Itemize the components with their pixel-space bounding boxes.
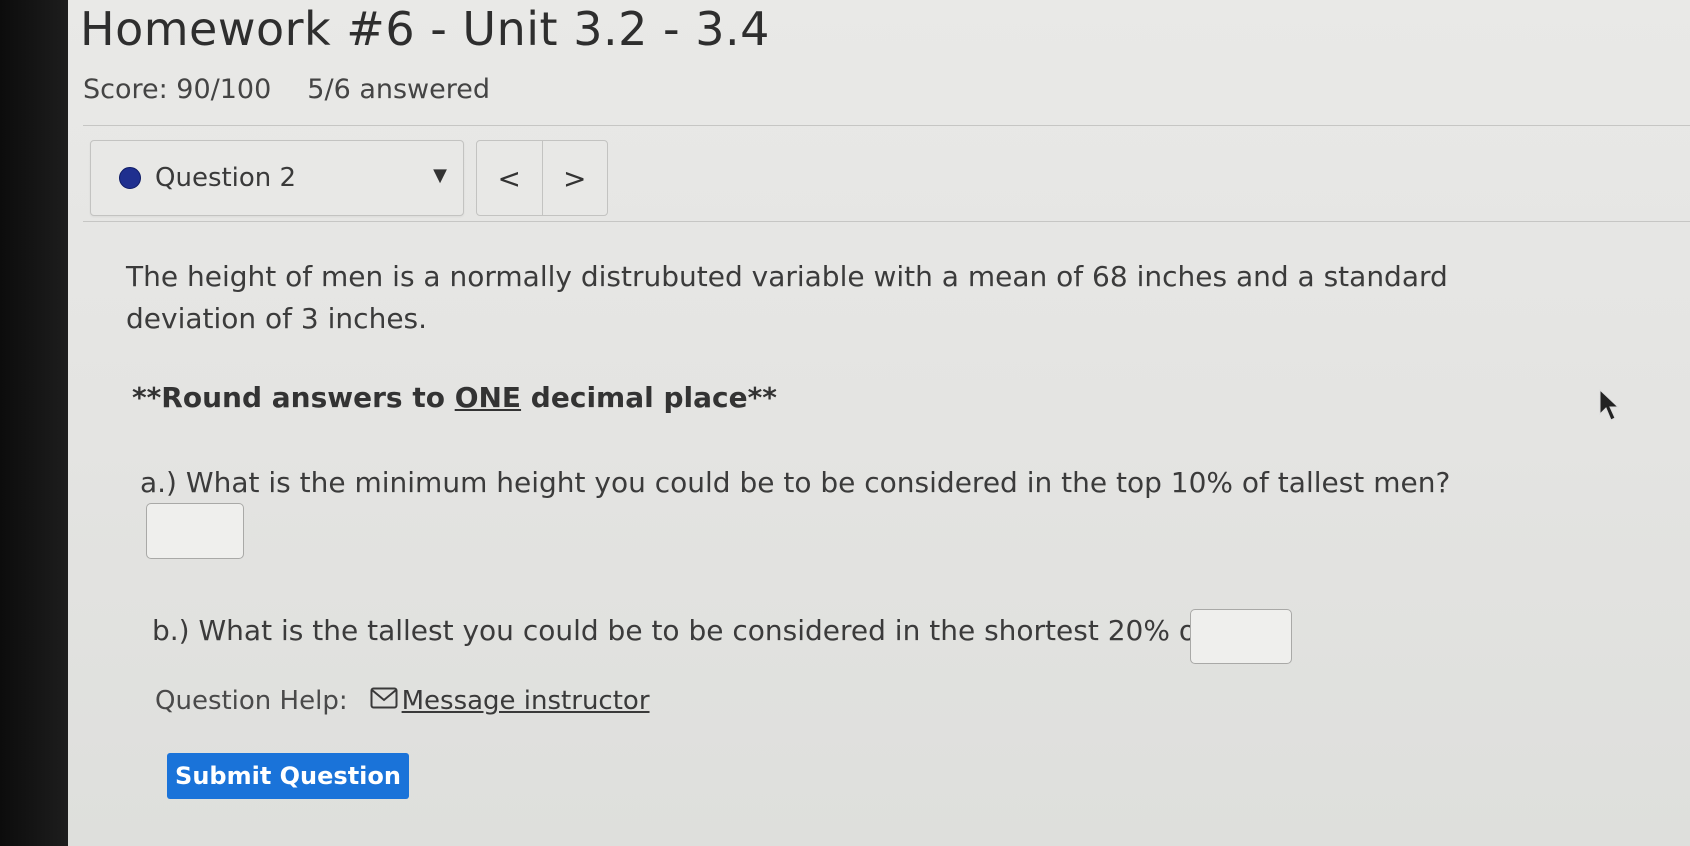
instruction-text-end: decimal place** <box>521 381 777 414</box>
question-selector[interactable]: Question 2 ▼ <box>90 140 464 216</box>
assignment-page: Homework #6 - Unit 3.2 - 3.4 Score: 90/1… <box>68 0 1690 846</box>
mouse-cursor-icon <box>1598 388 1620 426</box>
question-prompt: The height of men is a normally distrubu… <box>126 260 1448 335</box>
instruction-emphasis: ONE <box>454 381 522 414</box>
caret-down-icon: ▼ <box>433 165 447 186</box>
header-divider <box>83 125 1690 126</box>
next-question-button[interactable]: > <box>541 141 608 215</box>
previous-question-button[interactable]: < <box>477 141 542 215</box>
question-help-label: Question Help: <box>155 686 348 716</box>
part-a-question: a.) What is the minimum height you could… <box>140 466 1451 499</box>
part-b-answer-input[interactable] <box>1190 609 1292 664</box>
answered-count: 5/6 answered <box>307 74 491 105</box>
part-b-question: b.) What is the tallest you could be to … <box>152 614 1292 647</box>
rounding-instruction: **Round answers to ONE decimal place** <box>132 381 777 414</box>
assignment-title: Homework #6 - Unit 3.2 - 3.4 <box>80 2 770 56</box>
message-instructor-link[interactable]: Message instructor <box>402 686 650 716</box>
score-text: Score: 90/100 <box>83 74 272 105</box>
instruction-text-start: **Round answers to <box>132 381 455 414</box>
question-help: Question Help: Message instructor <box>155 686 650 716</box>
nav-divider <box>83 221 1690 222</box>
question-selector-label: Question 2 <box>155 163 297 193</box>
submit-question-button[interactable]: Submit Question <box>167 753 409 799</box>
status-dot-icon <box>119 167 141 189</box>
part-a-answer-input[interactable] <box>146 503 244 559</box>
score-row: Score: 90/100 5/6 answered <box>83 74 526 105</box>
question-nav-group: < > <box>476 140 608 216</box>
envelope-icon <box>370 686 398 716</box>
